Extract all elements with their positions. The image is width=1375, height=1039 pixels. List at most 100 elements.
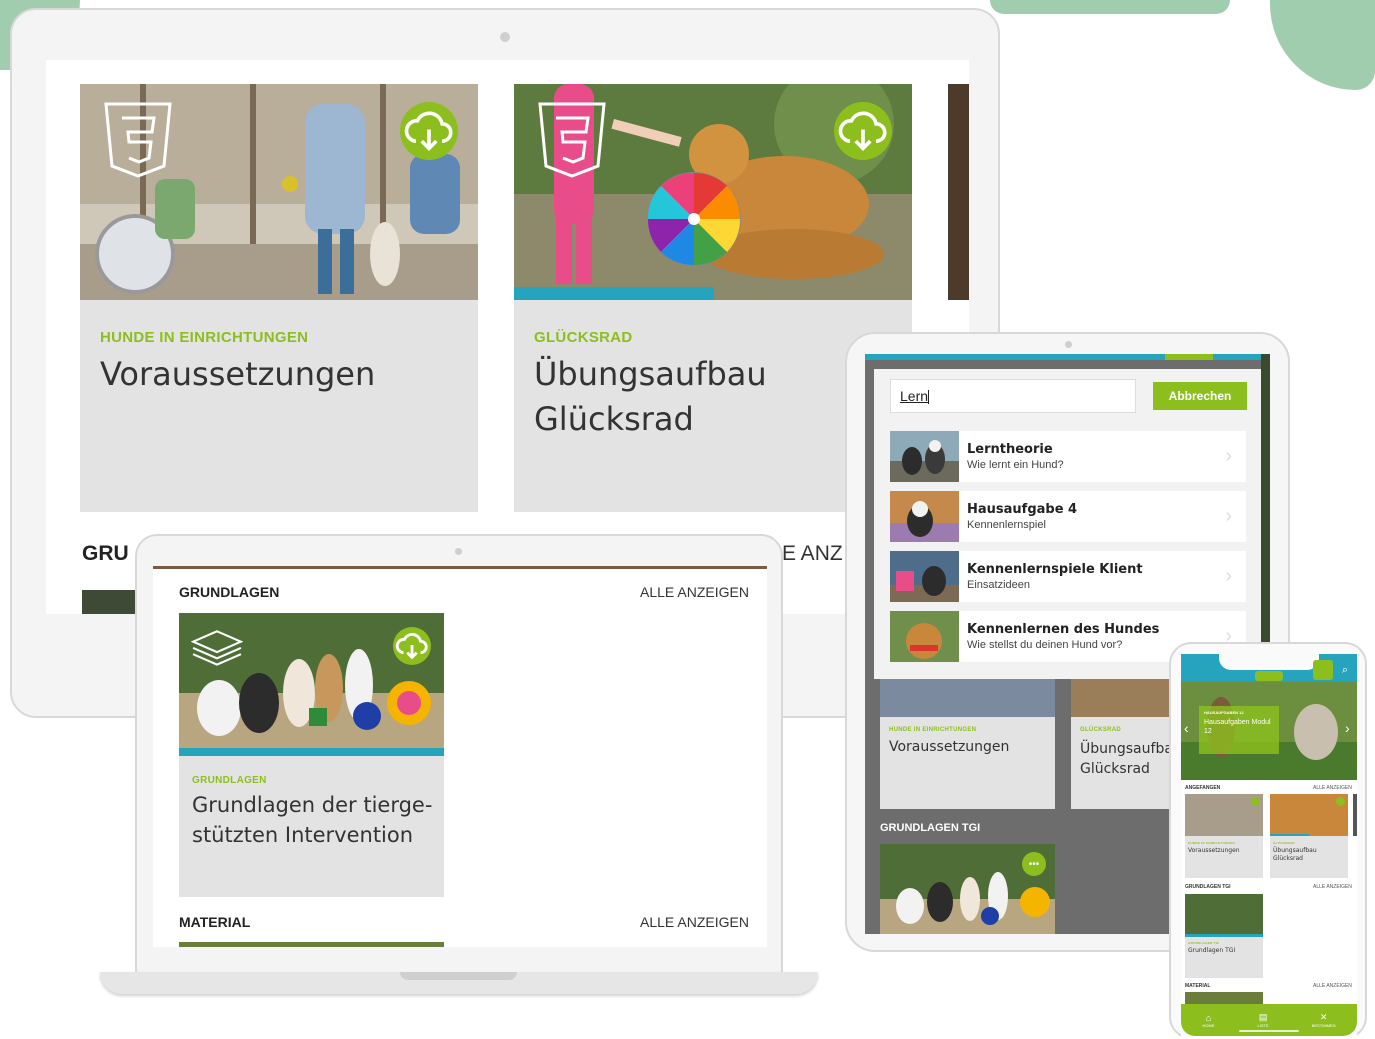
card-category: GLÜCKSRAD [1080,727,1122,733]
section-title: GRUNDLAGEN TGI [1185,884,1231,890]
card-title: Grundlagen der tierge-stützten Intervent… [192,793,433,847]
tablet-camera [1065,341,1072,348]
nav-label: BESTIMMEN [1311,1023,1336,1028]
section-title: MATERIAL [1185,983,1211,989]
result-subtitle: Wie lernt ein Hund? [967,459,1064,471]
show-all-link[interactable]: ALLE ANZEIGEN [640,584,749,600]
card-title: Voraussetzungen [889,739,1010,755]
card-title: Übungsaufbau Glücksrad [1080,741,1171,777]
card-image [1185,894,1263,934]
search-input-value: Lern [900,388,929,404]
card-title: Grundlagen TGI [1188,947,1236,954]
card-category: HUNDE IN EINRICHTUNGEN [889,727,977,733]
card-title: Übungsaufbau Glücksrad [534,355,767,438]
progress-bar [1270,834,1309,836]
card-image [514,84,912,300]
html5-icon [538,102,606,178]
tablet-header-accent [1165,354,1213,360]
section-title: ANGEFANGEN [1185,785,1221,791]
desktop-screen: HUNDE IN EINRICHTUNGEN Voraussetzungen G… [46,60,969,614]
card-image [179,613,444,748]
card-image [80,84,478,300]
section-title: GRU [82,542,129,565]
card-title: Voraussetzungen [1188,847,1240,854]
decorative-brush-top [990,0,1230,14]
card-image-partial [179,942,444,947]
background-image [880,674,1055,717]
course-card[interactable]: HUNDE IN EINRICHTUNGEN Voraussetzungen [80,84,478,512]
card-image: ••• [880,844,1055,934]
result-subtitle: Kennenlernspiel [967,519,1046,531]
course-card[interactable]: GLÜCKSRAD Übungsaufbau Glücksrad [1270,794,1348,878]
download-cloud-icon[interactable] [393,627,431,665]
chevron-left-icon[interactable]: ‹ [1184,720,1189,736]
laptop: GRUNDLAGEN ALLE ANZEIGEN GRUNDLAGEN Grun… [135,534,783,974]
top-image-strip [153,566,767,569]
progress-bar [179,748,444,756]
download-cloud-icon[interactable] [1336,797,1345,806]
search-result[interactable]: Lerntheorie Wie lernt ein Hund? › [890,431,1246,482]
home-indicator [1239,1030,1299,1032]
text-cursor [928,390,930,405]
phone-notch [1219,654,1319,670]
search-overlay: Lern Abbrechen Lerntheorie Wie lernt ein … [874,369,1261,679]
result-title: Kennenlernspiele Klient [967,562,1143,577]
layers-icon [191,630,243,666]
course-card[interactable]: HUNDE IN EINRICHTUNGEN Voraussetzungen [1185,794,1263,878]
user-icon[interactable] [1313,660,1333,680]
download-cloud-icon[interactable] [400,102,458,160]
hero-kicker: HAUSAUFGABEN 12 [1204,710,1244,715]
result-thumbnail [890,611,959,662]
prize-wheel-icon [647,172,741,266]
result-title: Kennenlernen des Hundes [967,622,1160,637]
dog-icon: ✕ [1319,1012,1328,1022]
card-category: GLÜCKSRAD [1273,841,1295,845]
search-result[interactable]: Kennenlernspiele Klient Einsatzideen › [890,551,1246,602]
chevron-right-icon: › [1225,445,1232,467]
result-thumbnail [890,431,959,482]
more-options-icon[interactable]: ••• [1022,852,1046,876]
chevron-right-icon[interactable]: › [1345,720,1350,736]
progress-bar [1185,934,1263,937]
result-thumbnail [890,491,959,542]
show-all-link[interactable]: E ANZ [782,542,843,566]
course-card[interactable]: GRUNDLAGEN TGI Grundlagen TGI [1185,894,1263,978]
progress-bar [514,287,714,300]
card-category: GLÜCKSRAD [534,329,633,346]
laptop-notch [400,972,517,980]
nav-item-dog[interactable]: ✕ BESTIMMEN [1312,1012,1336,1028]
smartphone: ⌕ HAUSAUFGABEN 12 Hausaufgaben Modul 12 … [1169,642,1367,1039]
search-result[interactable]: Hausaufgabe 4 Kennenlernspiel › [890,491,1246,542]
show-all-link[interactable]: ALLE ANZEIGEN [1313,884,1352,890]
section-title: MATERIAL [179,914,251,930]
result-title: Hausaufgabe 4 [967,502,1078,517]
nav-item-home[interactable]: ⌂ HOME [1203,1013,1215,1028]
hero-title: Hausaufgaben Modul 12 [1204,719,1271,735]
hero-image[interactable]: HAUSAUFGABEN 12 Hausaufgaben Modul 12 ‹ … [1181,682,1357,780]
course-card[interactable]: GLÜCKSRAD Übungsaufbau Glücksrad [1071,717,1171,809]
list-icon: ▤ [1258,1012,1268,1022]
background-image [1071,674,1171,717]
download-cloud-icon[interactable] [834,102,892,160]
card-title: Voraussetzungen [100,355,376,393]
search-icon[interactable]: ⌕ [1335,660,1355,680]
download-cloud-icon[interactable] [1251,797,1260,806]
course-card[interactable]: GRUNDLAGEN Grundlagen der tierge-stützte… [179,613,444,897]
home-icon: ⌂ [1205,1012,1212,1023]
hero-banner: HAUSAUFGABEN 12 Hausaufgaben Modul 12 [1199,706,1279,754]
card-image-partial [1185,992,1263,1004]
result-thumbnail [890,551,959,602]
cancel-button[interactable]: Abbrechen [1153,382,1247,410]
card-category: HUNDE IN EINRICHTUNGEN [1188,841,1235,845]
search-input[interactable]: Lern [890,379,1136,413]
course-card[interactable]: HUNDE IN EINRICHTUNGEN Voraussetzungen [880,717,1055,809]
result-subtitle: Einsatzideen [967,579,1030,591]
show-all-link[interactable]: ALLE ANZEIGEN [1313,785,1352,791]
card-title: Übungsaufbau Glücksrad [1273,847,1317,862]
nav-item-list[interactable]: ▤ LISTE [1258,1012,1269,1028]
card-image-partial [82,590,142,614]
decorative-brush-right [1270,0,1375,90]
card-category: HUNDE IN EINRICHTUNGEN [100,329,309,346]
show-all-link[interactable]: ALLE ANZEIGEN [1313,983,1352,989]
show-all-link[interactable]: ALLE ANZEIGEN [640,914,749,930]
